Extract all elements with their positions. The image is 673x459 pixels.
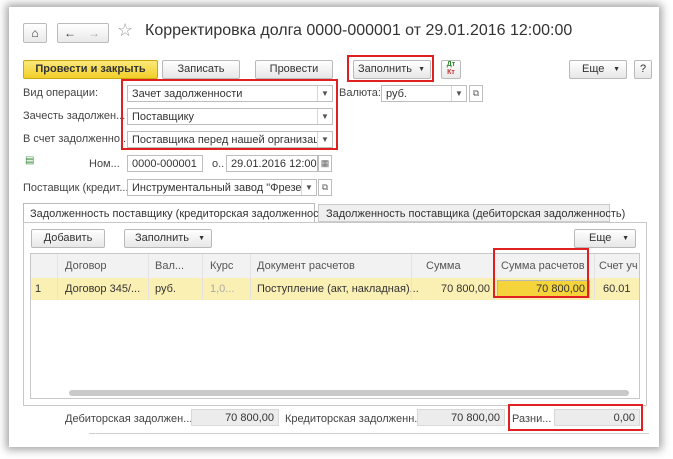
home-button[interactable]: ⌂ [23,23,47,43]
nav-buttons: ← → [57,23,109,43]
chevron-down-icon[interactable]: ▼ [451,86,466,101]
offset-debt-label: Зачесть задолжен... [23,110,126,122]
favorite-star-icon[interactable]: ☆ [117,20,133,41]
help-button[interactable]: ? [634,60,652,79]
fill-highlight [347,55,434,82]
table-fill-label: Заполнить [135,232,190,244]
table-more-label: Еще [589,232,612,244]
document-window: ⌂ ← → ☆ Корректировка долга 0000-000001 … [9,7,659,447]
debit-debt-label: Дебиторская задолжен... [65,413,193,425]
credit-debt-label: Кредиторская задолженн... [285,413,424,425]
operation-fields-highlight [121,79,338,150]
number-input[interactable]: 0000-000001 [127,155,203,172]
more-label: Еще [582,63,605,75]
save-button[interactable]: Записать [162,60,240,79]
tab-debtor-debt-label: Задолженность поставщика (дебиторская за… [326,208,626,220]
currency-select[interactable]: руб. ▼ [381,85,467,102]
post-and-close-button[interactable]: Провести и закрыть [23,60,158,79]
tab-creditor-debt[interactable]: Задолженность поставщику (кредиторская з… [23,203,333,223]
chevron-down-icon: ▼ [613,66,620,73]
chevron-down-icon[interactable]: ▼ [301,180,316,195]
operation-type-label: Вид операции: [23,87,99,99]
credit-debt-amount: 70 800,00 [451,412,500,424]
against-debt-label: В счет задолженно... [23,133,130,145]
currency-label: Валюта: [339,87,381,99]
comment-field-edge [89,433,649,447]
chevron-down-icon: ▼ [198,235,205,242]
chevron-down-icon: ▼ [622,235,629,242]
calendar-icon[interactable]: ▦ [318,155,332,172]
back-arrow-icon[interactable]: ← [64,24,76,42]
table-fill-button[interactable]: Заполнить ▼ [124,229,212,248]
date-label: о.. [212,158,225,170]
debit-debt-value: 70 800,00 [191,409,279,426]
tab-creditor-debt-label: Задолженность поставщику (кредиторская з… [30,208,334,220]
post-button[interactable]: Провести [255,60,333,79]
forward-arrow-icon[interactable]: → [88,24,100,42]
date-input[interactable]: 29.01.2016 12:00:00 [226,155,318,172]
horizontal-scrollbar[interactable] [69,390,629,396]
number-label: Ном... [89,158,120,170]
more-button[interactable]: Еще ▼ [569,60,627,79]
open-link-icon[interactable]: ⧉ [318,179,332,196]
dt-kt-icon[interactable]: Дт Кт [441,60,461,79]
posted-status-icon: ▤ [25,155,35,166]
supplier-select[interactable]: Инструментальный завод "Фрезер" ▼ [127,179,317,196]
home-icon: ⌂ [31,26,39,40]
difference-highlight [508,404,643,431]
credit-debt-value: 70 800,00 [417,409,505,426]
currency-value: руб. [386,88,407,100]
supplier-label: Поставщик (кредит... [23,182,129,194]
settlement-sum-highlight [493,248,589,298]
window-title: Корректировка долга 0000-000001 от 29.01… [145,22,573,39]
open-link-icon[interactable]: ⧉ [469,85,483,102]
tab-debtor-debt[interactable]: Задолженность поставщика (дебиторская за… [318,204,625,222]
table-more-button[interactable]: Еще ▼ [574,229,636,248]
supplier-value: Инструментальный завод "Фрезер" [132,182,312,194]
debit-debt-amount: 70 800,00 [225,412,274,424]
add-row-button[interactable]: Добавить [31,229,105,248]
